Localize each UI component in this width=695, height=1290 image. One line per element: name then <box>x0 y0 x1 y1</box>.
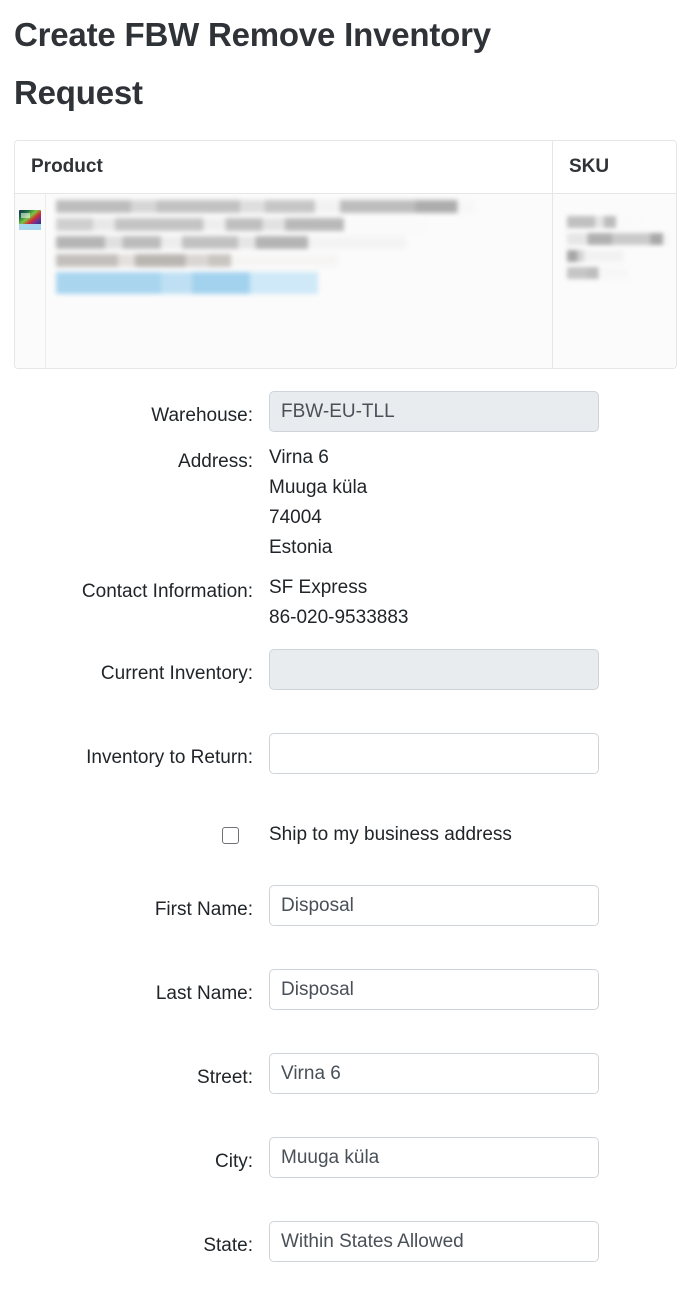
street-input[interactable] <box>269 1053 599 1094</box>
city-input[interactable] <box>269 1137 599 1178</box>
current-inventory-control <box>269 649 599 690</box>
address-label: Address: <box>178 451 253 472</box>
current-inventory-input[interactable] <box>269 649 599 690</box>
redacted-line-highlighted <box>56 272 319 294</box>
redacted-line <box>567 216 642 228</box>
address-control: Virna 6 Muuga küla 74004 Estonia <box>269 441 599 563</box>
column-header-product-label: Product <box>31 156 103 177</box>
warehouse-control: FBW-EU-TLL <box>269 391 599 432</box>
contact-line-1: SF Express <box>269 577 368 598</box>
last-name-label: Last Name: <box>155 983 253 1004</box>
remove-inventory-form: Warehouse: FBW-EU-TLL Address: Virna 6 M… <box>14 391 681 1271</box>
form-row-inventory-to-return: Inventory to Return: <box>14 733 681 783</box>
redacted-line <box>567 233 670 245</box>
redacted-line <box>56 200 474 213</box>
redacted-line <box>56 254 338 267</box>
product-table-header-sku: SKU <box>552 141 676 193</box>
warehouse-label: Warehouse: <box>151 405 253 426</box>
contact-line-2: 86-020-9533883 <box>269 607 409 628</box>
form-row-address: Address: Virna 6 Muuga küla 74004 Estoni… <box>14 441 681 563</box>
form-row-city: City: <box>14 1137 681 1187</box>
inventory-to-return-label: Inventory to Return: <box>86 747 253 768</box>
state-control <box>269 1221 599 1262</box>
product-cell <box>15 194 552 368</box>
page-root: Create FBW Remove Inventory Request Prod… <box>0 0 695 1290</box>
city-control <box>269 1137 599 1178</box>
product-details-redacted <box>46 194 552 368</box>
last-name-input[interactable] <box>269 969 599 1010</box>
city-label: City: <box>215 1151 253 1172</box>
inventory-to-return-input[interactable] <box>269 733 599 774</box>
last-name-control <box>269 969 599 1010</box>
contact-information-control: SF Express 86-020-9533883 <box>269 571 599 633</box>
address-value: Virna 6 Muuga küla 74004 Estonia <box>269 441 599 563</box>
sku-redacted <box>553 194 676 279</box>
sku-cell <box>552 194 676 368</box>
form-row-current-inventory: Current Inventory: <box>14 649 681 699</box>
product-table-header-row: Product SKU <box>15 141 676 194</box>
redacted-line <box>56 218 426 231</box>
contact-information-value: SF Express 86-020-9533883 <box>269 571 599 633</box>
state-input[interactable] <box>269 1221 599 1262</box>
product-thumbnail-cell <box>15 194 46 368</box>
street-control <box>269 1053 599 1094</box>
address-line-3: 74004 <box>269 507 322 528</box>
address-line-4: Estonia <box>269 537 333 558</box>
form-row-state: State: <box>14 1221 681 1271</box>
redacted-line <box>567 250 624 262</box>
address-line-2: Muuga küla <box>269 477 368 498</box>
ship-to-business-checkbox-wrap <box>14 826 269 844</box>
warehouse-input[interactable]: FBW-EU-TLL <box>269 391 599 432</box>
first-name-label: First Name: <box>154 899 253 920</box>
first-name-control <box>269 885 599 926</box>
street-label: Street: <box>197 1067 253 1088</box>
table-row <box>15 194 676 368</box>
product-table-header-product: Product <box>15 141 552 193</box>
product-thumbnail-icon <box>19 210 41 230</box>
state-label: State: <box>203 1235 253 1256</box>
current-inventory-label: Current Inventory: <box>100 663 253 684</box>
page-title: Create FBW Remove Inventory Request <box>14 16 491 111</box>
form-row-last-name: Last Name: <box>14 969 681 1019</box>
redacted-line <box>567 267 629 279</box>
address-line-1: Virna 6 <box>269 447 329 468</box>
contact-information-label: Contact Information: <box>81 581 253 602</box>
form-row-contact-information: Contact Information: SF Express 86-020-9… <box>14 571 681 633</box>
product-table: Product SKU <box>14 140 677 369</box>
form-row-warehouse: Warehouse: FBW-EU-TLL <box>14 391 681 441</box>
form-row-street: Street: <box>14 1053 681 1103</box>
column-header-sku-label: SKU <box>569 156 610 177</box>
first-name-input[interactable] <box>269 885 599 926</box>
redacted-line <box>56 236 406 249</box>
inventory-to-return-control <box>269 733 599 774</box>
ship-to-business-address-label: Ship to my business address <box>269 824 512 845</box>
form-row-first-name: First Name: <box>14 885 681 935</box>
form-row-ship-to-business-address: Ship to my business address <box>14 810 681 860</box>
ship-to-business-address-checkbox[interactable] <box>222 826 239 844</box>
